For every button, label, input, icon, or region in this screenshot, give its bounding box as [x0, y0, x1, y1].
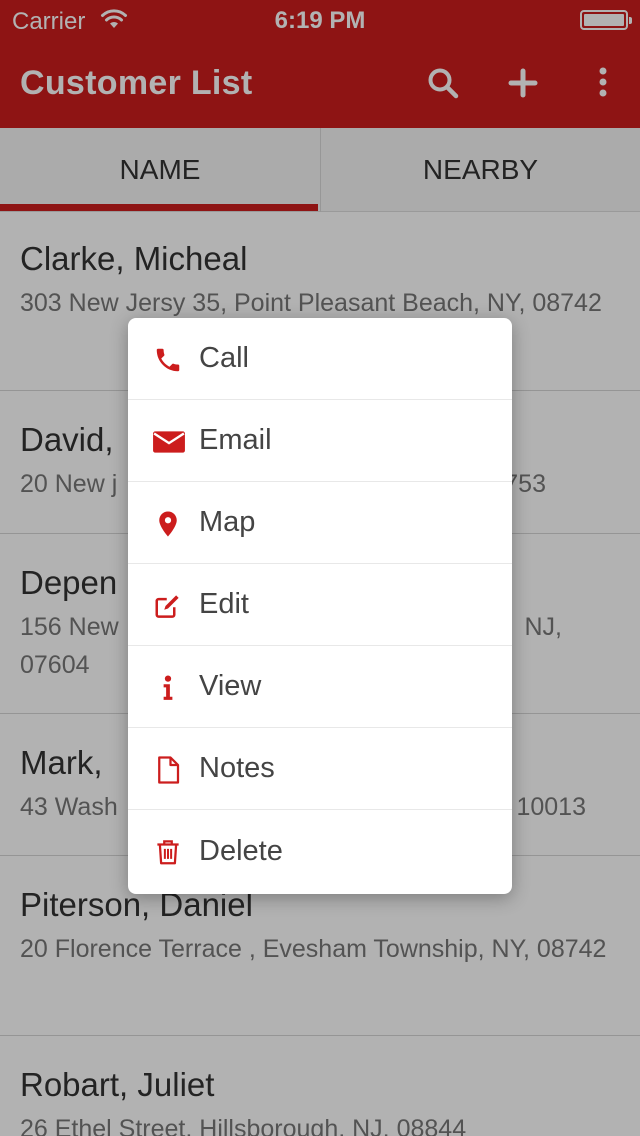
menu-label: Email [199, 424, 272, 456]
map-pin-icon [159, 511, 177, 537]
menu-label: Call [199, 342, 249, 374]
menu-label: Edit [199, 588, 249, 620]
envelope-icon [153, 431, 185, 453]
edit-icon [155, 595, 179, 618]
menu-item-email[interactable]: Email [128, 400, 512, 482]
menu-item-call[interactable]: Call [128, 318, 512, 400]
menu-label: Delete [199, 834, 283, 867]
menu-label: View [199, 670, 262, 702]
menu-item-notes[interactable]: Notes [128, 728, 512, 810]
menu-item-delete[interactable]: Delete [128, 810, 512, 892]
menu-item-map[interactable]: Map [128, 482, 512, 564]
action-menu: Call Email Map Edit View Notes Delete [128, 318, 512, 894]
document-icon [158, 756, 180, 784]
menu-item-edit[interactable]: Edit [128, 564, 512, 646]
phone-icon [156, 348, 180, 372]
menu-label: Notes [199, 752, 275, 784]
menu-label: Map [199, 506, 256, 538]
info-icon [163, 675, 173, 700]
menu-item-view[interactable]: View [128, 646, 512, 728]
trash-icon [157, 840, 179, 865]
